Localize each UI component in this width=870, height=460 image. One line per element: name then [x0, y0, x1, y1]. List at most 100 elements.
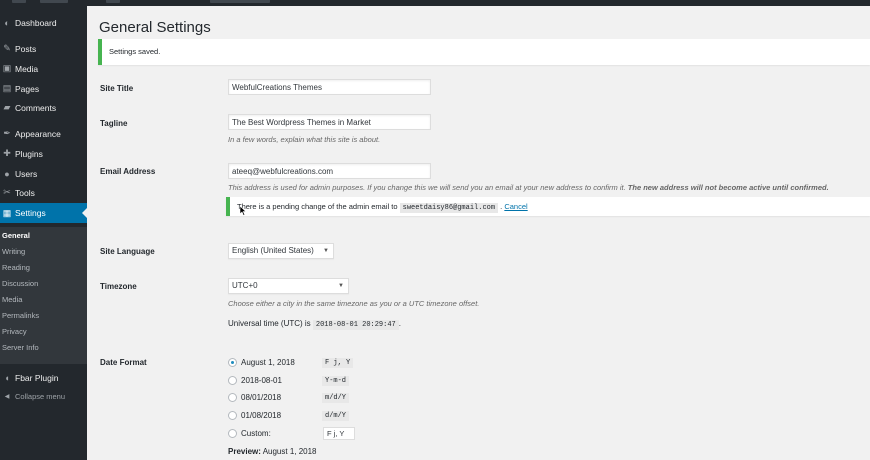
settings-saved-notice: Settings saved. — [98, 39, 870, 65]
custom-date-format-input[interactable] — [323, 427, 355, 440]
pending-email-code: sweetdaisy86@gmail.com — [399, 203, 499, 213]
pending-prefix: There is a pending change of the admin e… — [237, 202, 398, 211]
radio-button[interactable] — [228, 392, 237, 402]
menu-item-comments[interactable]: ▰ Comments — [0, 98, 87, 117]
collapse-menu-label: Collapse menu — [15, 392, 66, 401]
date-format-option[interactable]: 08/01/2018 — [228, 391, 281, 403]
utc-value: 2018-08-01 20:29:47 — [312, 320, 399, 330]
radio-button[interactable] — [228, 375, 237, 385]
timezone-description: Choose either a city in the same timezon… — [228, 299, 480, 308]
submenu-item-media[interactable]: Media — [2, 295, 22, 304]
menu-item-posts[interactable]: ✎ Posts — [0, 39, 87, 58]
site-language-label: Site Language — [100, 247, 155, 256]
settings-submenu: General Writing Reading Discussion Media… — [0, 227, 87, 364]
date-format-option-label: 08/01/2018 — [241, 392, 282, 402]
site-title-input[interactable] — [228, 79, 431, 95]
tagline-label: Tagline — [100, 119, 128, 128]
utc-suffix: . — [398, 319, 401, 328]
pending-separator: . — [500, 202, 503, 211]
menu-item-tools[interactable]: ✂ Tools — [0, 183, 87, 202]
email-description-bold: The new address will not become active u… — [627, 183, 829, 192]
timezone-select[interactable]: UTC+0 ▼ — [228, 278, 349, 294]
timezone-value: UTC+0 — [232, 281, 258, 290]
submenu-item-general[interactable]: General — [2, 231, 30, 240]
email-input[interactable] — [228, 163, 431, 179]
utc-prefix: Universal time (UTC) is — [228, 319, 311, 328]
menu-item-label: Pages — [15, 83, 40, 94]
date-format-option-label: August 1, 2018 — [241, 357, 295, 367]
radio-button[interactable] — [228, 428, 237, 438]
page-title: General Settings — [99, 19, 211, 36]
date-format-option[interactable]: Custom: — [228, 427, 271, 439]
dashboard-icon: ◐ — [4, 17, 10, 28]
date-format-option[interactable]: 01/08/2018 — [228, 409, 281, 421]
notice-text: Settings saved. — [109, 47, 161, 56]
submenu-item-server-info[interactable]: Server Info — [2, 343, 39, 352]
radio-button[interactable] — [228, 357, 237, 367]
pages-icon: ▤ — [2, 83, 12, 93]
collapse-menu-button[interactable]: ◀ Collapse menu — [0, 387, 87, 406]
tagline-description: In a few words, explain what this site i… — [228, 135, 381, 144]
menu-item-label: Posts — [15, 43, 37, 54]
dropdown-arrow-icon: ▼ — [338, 283, 344, 289]
admin-bar-fragment — [12, 0, 26, 3]
admin-bar-fragment — [106, 0, 120, 3]
menu-item-label: Users — [15, 168, 38, 179]
users-icon: ● — [4, 168, 10, 179]
menu-item-dashboard[interactable]: ◐ Dashboard — [0, 13, 87, 32]
date-format-option-label: 2018-08-01 — [241, 375, 282, 385]
appearance-icon: ✒ — [3, 128, 11, 138]
plugins-icon: ✚ — [3, 148, 11, 158]
pending-email-notice: There is a pending change of the admin e… — [226, 197, 870, 216]
admin-sidebar: ◐ Dashboard ✎ Posts ▣ Media ▤ Pages ▰ Co… — [0, 6, 87, 460]
date-format-option[interactable]: 2018-08-01 — [228, 374, 282, 386]
date-format-code: d/m/Y — [322, 411, 350, 421]
text-cursor-icon — [239, 206, 247, 216]
tools-icon: ✂ — [3, 187, 11, 197]
admin-bar-fragment — [40, 0, 68, 3]
submenu-item-writing[interactable]: Writing — [2, 247, 25, 256]
site-title-label: Site Title — [100, 84, 134, 93]
radio-button[interactable] — [228, 410, 237, 420]
plugin-icon: ◖ — [4, 372, 10, 383]
submenu-item-discussion[interactable]: Discussion — [2, 279, 38, 288]
date-preview: Preview: August 1, 2018 — [228, 447, 317, 456]
menu-item-settings[interactable]: ▦ Settings — [0, 203, 87, 223]
date-format-option-label: 01/08/2018 — [241, 410, 282, 420]
email-label: Email Address — [100, 167, 156, 176]
menu-item-pages[interactable]: ▤ Pages — [0, 79, 87, 98]
submenu-item-privacy[interactable]: Privacy — [2, 327, 27, 336]
menu-item-media[interactable]: ▣ Media — [0, 59, 87, 78]
submenu-item-reading[interactable]: Reading — [2, 263, 30, 272]
date-format-code: m/d/Y — [322, 393, 350, 403]
menu-item-users[interactable]: ● Users — [0, 164, 87, 183]
site-language-value: English (United States) — [232, 246, 314, 255]
settings-icon: ▦ — [2, 207, 12, 218]
email-description: This address is used for admin purposes.… — [228, 183, 829, 192]
dropdown-arrow-icon: ▼ — [323, 248, 329, 254]
menu-item-appearance[interactable]: ✒ Appearance — [0, 124, 87, 143]
submenu-item-permalinks[interactable]: Permalinks — [2, 311, 39, 320]
menu-item-fbar-plugin[interactable]: ◖ Fbar Plugin — [0, 368, 87, 387]
main-content: General Settings Settings saved. Site Ti… — [87, 6, 870, 460]
menu-item-label: Tools — [15, 187, 35, 198]
preview-label: Preview: — [228, 447, 261, 456]
cancel-pending-link[interactable]: Cancel — [504, 202, 527, 211]
timezone-label: Timezone — [100, 282, 137, 291]
collapse-icon: ◀ — [4, 394, 10, 400]
utc-time: Universal time (UTC) is 2018-08-01 20:29… — [228, 319, 401, 330]
date-format-label: Date Format — [100, 358, 147, 367]
date-format-code: F j, Y — [322, 358, 354, 368]
preview-value: August 1, 2018 — [262, 447, 317, 456]
date-format-code: Y-m-d — [322, 376, 350, 386]
date-format-option[interactable]: August 1, 2018 — [228, 356, 295, 368]
menu-item-label: Comments — [15, 102, 57, 113]
comments-icon: ▰ — [3, 102, 11, 112]
menu-item-plugins[interactable]: ✚ Plugins — [0, 144, 87, 163]
menu-item-label: Fbar Plugin — [15, 372, 59, 383]
tagline-input[interactable] — [228, 114, 431, 130]
pin-icon: ✎ — [3, 43, 11, 53]
site-language-select[interactable]: English (United States) ▼ — [228, 243, 334, 259]
media-icon: ▣ — [2, 63, 12, 73]
pending-email-text: There is a pending change of the admin e… — [237, 202, 528, 213]
